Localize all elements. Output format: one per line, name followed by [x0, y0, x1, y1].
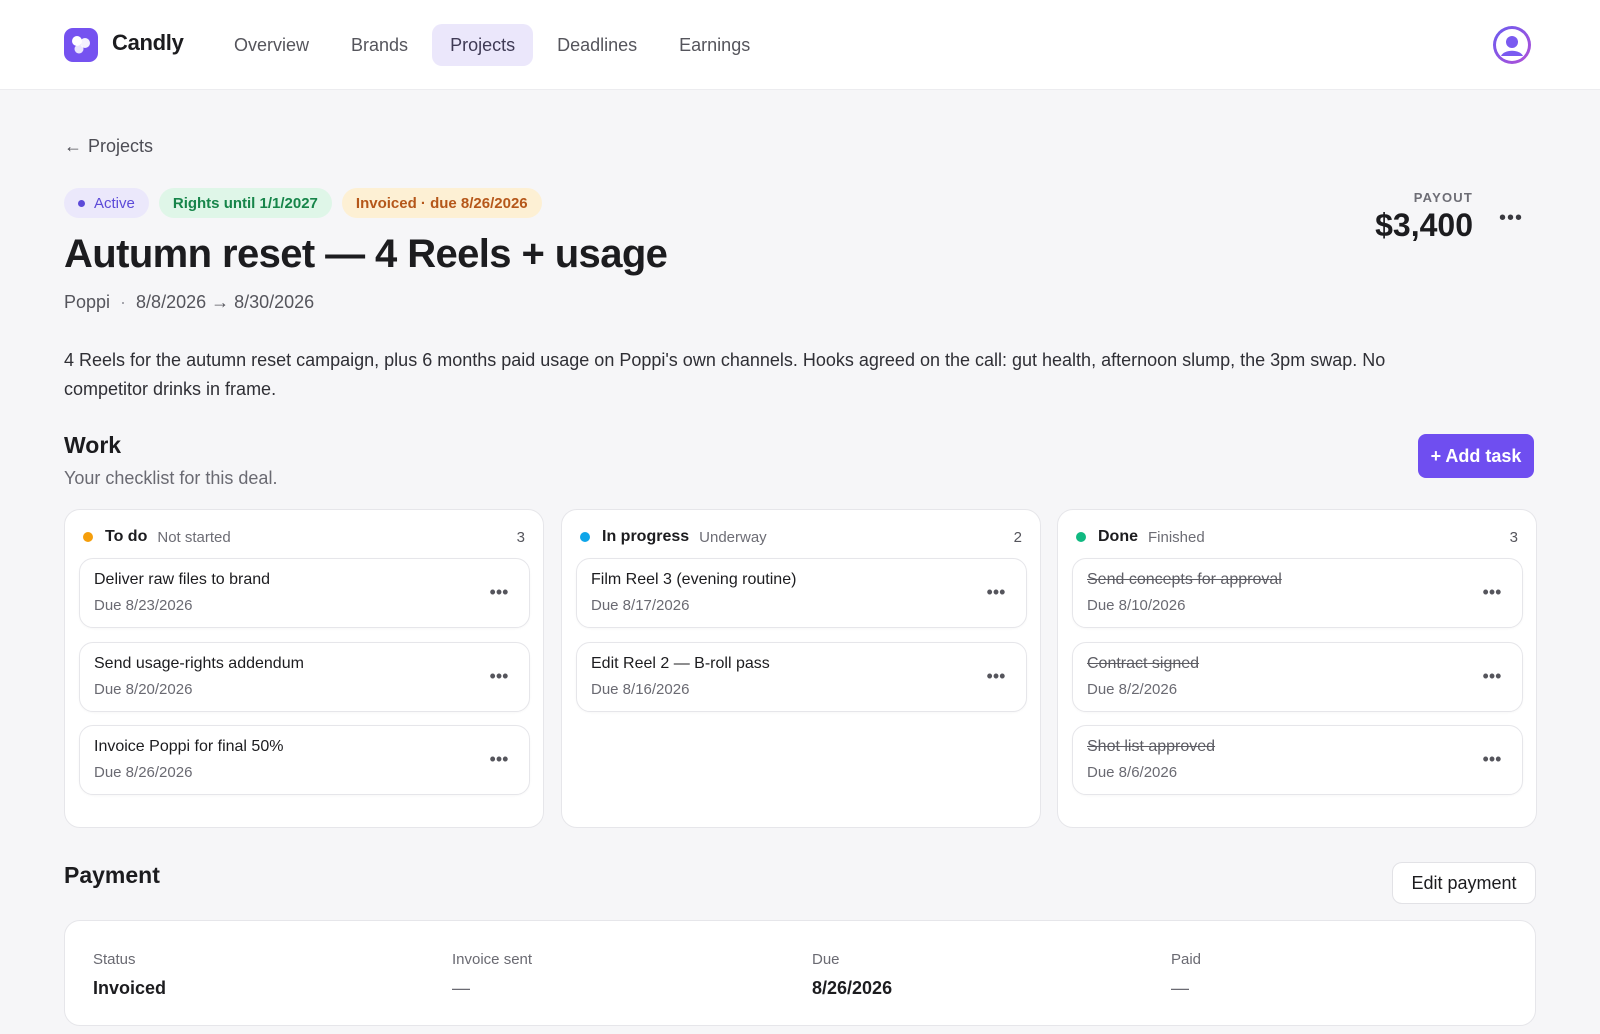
task-card[interactable]: Invoice Poppi for final 50% Due 8/26/202…: [79, 725, 530, 795]
payout-label: PAYOUT: [1413, 190, 1473, 205]
task-due: Due 8/2/2026: [1087, 681, 1178, 698]
task-title: Send usage-rights addendum: [94, 655, 304, 672]
payment-section-title: Payment: [64, 862, 160, 888]
payment-field-status: Status Invoiced: [93, 951, 166, 999]
kanban-column-done: Done Finished 3 Send concepts for approv…: [1057, 509, 1537, 828]
nav-item-deadlines[interactable]: Deadlines: [539, 24, 655, 66]
task-due: Due 8/10/2026: [1087, 597, 1186, 614]
payment-field-value: Invoiced: [93, 978, 167, 998]
user-avatar[interactable]: [1493, 26, 1531, 64]
task-due: Due 8/26/2026: [94, 764, 193, 781]
main-nav: Overview Brands Projects Deadlines Earni…: [216, 24, 774, 66]
task-card[interactable]: Deliver raw files to brand Due 8/23/2026…: [79, 558, 530, 628]
task-due: Due 8/6/2026: [1087, 764, 1178, 781]
column-count: 2: [1013, 528, 1022, 546]
kanban-column-in-progress: In progress Underway 2 Film Reel 3 (even…: [561, 509, 1041, 828]
task-title: Invoice Poppi for final 50%: [94, 738, 284, 755]
project-badges: Active Rights until 1/1/2027 Invoiced · …: [64, 188, 542, 218]
more-horizontal-icon[interactable]: •••: [1480, 667, 1504, 687]
payout-value: $3,400: [1375, 207, 1473, 243]
column-count: 3: [516, 528, 525, 546]
task-due: Due 8/16/2026: [591, 681, 690, 698]
user-icon: [1496, 29, 1528, 61]
payment-card: Status Invoiced Invoice sent — Due 8/26/…: [64, 920, 1536, 1026]
task-title: Edit Reel 2 — B-roll pass: [591, 655, 770, 672]
column-status: Underway: [699, 528, 767, 546]
payment-field-due: Due 8/26/2026: [812, 951, 892, 999]
column-name: In progress: [602, 528, 690, 545]
nav-item-projects[interactable]: Projects: [432, 24, 534, 66]
task-due: Due 8/23/2026: [94, 597, 193, 614]
breadcrumb-label: Projects: [88, 136, 154, 156]
task-title: Film Reel 3 (evening routine): [591, 571, 797, 588]
payment-field-invoice-sent: Invoice sent —: [452, 951, 532, 999]
status-badge-label: Active: [94, 194, 135, 212]
column-status: Not started: [157, 528, 231, 546]
nav-item-brands[interactable]: Brands: [333, 24, 426, 66]
payment-field-value: —: [452, 978, 470, 998]
app-name[interactable]: Candly: [112, 30, 184, 56]
column-status: Finished: [1148, 528, 1205, 546]
task-title: Send concepts for approval: [1087, 571, 1282, 588]
task-card[interactable]: Send usage-rights addendum Due 8/20/2026…: [79, 642, 530, 712]
task-card[interactable]: Shot list approved Due 8/6/2026 •••: [1072, 725, 1523, 795]
status-badge: Active: [64, 188, 149, 218]
invoice-badge: Invoiced · due 8/26/2026: [341, 188, 542, 218]
add-task-button[interactable]: + Add task: [1418, 434, 1534, 478]
meta-separator: ·: [120, 292, 127, 312]
task-title: Contract signed: [1087, 655, 1200, 672]
column-dot-icon: [580, 532, 590, 542]
column-count: 3: [1509, 528, 1518, 546]
column-name: Done: [1098, 528, 1138, 545]
status-dot-icon: [78, 199, 85, 207]
work-section-subtitle: Your checklist for this deal.: [64, 468, 278, 488]
more-horizontal-icon[interactable]: •••: [1496, 208, 1526, 228]
kanban-column-todo: To do Not started 3 Deliver raw files to…: [64, 509, 544, 828]
task-due: Due 8/20/2026: [94, 681, 193, 698]
page-title: Autumn reset — 4 Reels + usage: [64, 232, 668, 276]
brand-link[interactable]: Poppi: [64, 292, 110, 313]
column-header: Done Finished 3: [1076, 526, 1518, 548]
work-section-title: Work: [64, 432, 122, 458]
task-title: Shot list approved: [1087, 738, 1216, 755]
task-card[interactable]: Edit Reel 2 — B-roll pass Due 8/16/2026 …: [576, 642, 1027, 712]
more-horizontal-icon[interactable]: •••: [984, 583, 1008, 603]
back-to-projects-link[interactable]: ← Projects: [64, 136, 153, 157]
project-description: 4 Reels for the autumn reset campaign, p…: [64, 350, 1386, 399]
more-horizontal-icon[interactable]: •••: [487, 667, 511, 687]
task-due: Due 8/17/2026: [591, 597, 690, 614]
more-horizontal-icon[interactable]: •••: [487, 583, 511, 603]
arrow-left-icon: ←: [64, 136, 82, 156]
payment-field-label: Paid: [1171, 951, 1202, 968]
nav-item-overview[interactable]: Overview: [216, 24, 327, 66]
column-header: In progress Underway 2: [580, 526, 1022, 548]
project-meta: Poppi · 8/8/2026 → 8/30/2026: [64, 292, 314, 313]
top-nav-bar: Candly Overview Brands Projects Deadline…: [0, 0, 1600, 90]
column-header: To do Not started 3: [83, 526, 525, 548]
column-name: To do: [105, 528, 148, 545]
payment-field-label: Invoice sent: [452, 951, 533, 968]
payment-field-paid: Paid —: [1171, 951, 1201, 999]
rights-badge: Rights until 1/1/2027: [158, 188, 332, 218]
payment-field-label: Due: [812, 951, 840, 968]
payment-field-value: —: [1171, 978, 1189, 998]
edit-payment-button[interactable]: Edit payment: [1392, 862, 1536, 904]
more-horizontal-icon[interactable]: •••: [1480, 750, 1504, 770]
more-horizontal-icon[interactable]: •••: [1480, 583, 1504, 603]
nav-item-earnings[interactable]: Earnings: [661, 24, 768, 66]
candly-logo-icon[interactable]: [64, 28, 98, 62]
task-card[interactable]: Send concepts for approval Due 8/10/2026…: [1072, 558, 1523, 628]
task-card[interactable]: Contract signed Due 8/2/2026 •••: [1072, 642, 1523, 712]
more-horizontal-icon[interactable]: •••: [487, 750, 511, 770]
more-horizontal-icon[interactable]: •••: [984, 667, 1008, 687]
date-range: 8/8/2026 → 8/30/2026: [136, 292, 315, 312]
column-dot-icon: [1076, 532, 1086, 542]
payment-field-value: 8/26/2026: [812, 978, 893, 998]
task-card[interactable]: Film Reel 3 (evening routine) Due 8/17/2…: [576, 558, 1027, 628]
column-dot-icon: [83, 532, 93, 542]
task-title: Deliver raw files to brand: [94, 571, 271, 588]
payment-field-label: Status: [93, 951, 136, 968]
